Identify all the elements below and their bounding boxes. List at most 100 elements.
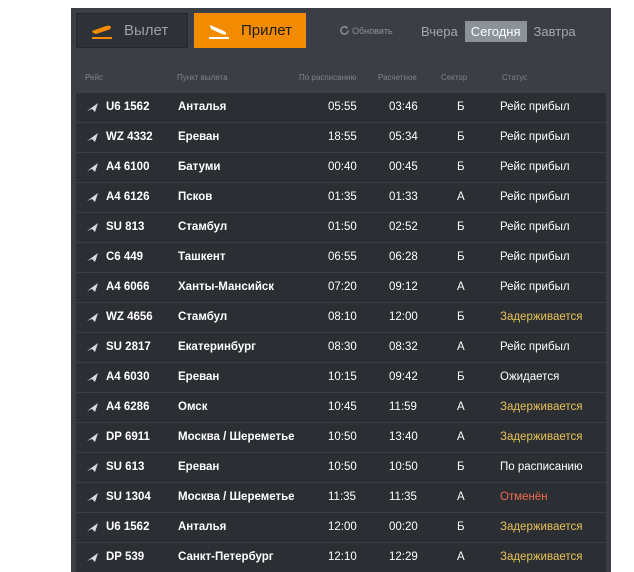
table-row[interactable]: A4 6100 Батуми 00:40 00:45 Б Рейс прибыл	[76, 153, 606, 182]
arrivals-tab-label: Прилет	[241, 22, 292, 39]
tab-yesterday[interactable]: Вчера	[415, 21, 464, 42]
header-status: Статус	[502, 73, 528, 82]
origin-city: Санкт-Петербург	[178, 551, 274, 563]
origin-city: Ереван	[178, 371, 220, 383]
origin-city: Ереван	[178, 461, 220, 473]
flight-number[interactable]: WZ 4332	[106, 131, 153, 143]
board-toolbar: Вылет Прилет Обновить Вчера Сегодня Завт…	[71, 8, 611, 64]
sector: А	[457, 551, 465, 563]
flights-table: U6 1562 Анталья 05:55 03:46 Б Рейс прибыл WZ 4…	[76, 93, 606, 572]
origin-city: Москва / Шереметьево	[178, 431, 294, 443]
origin-city: Стамбул	[178, 221, 228, 233]
flight-number[interactable]: WZ 4656	[106, 311, 153, 323]
table-row[interactable]: WZ 4656 Стамбул 08:10 12:00 Б Задерживается	[76, 303, 606, 332]
table-row[interactable]: DP 6911 Москва / Шереметьево 10:50 13:40 А За…	[76, 423, 606, 452]
airline-logo-icon	[87, 283, 98, 292]
table-row[interactable]: U6 1562 Анталья 12:00 00:20 Б Задерживается	[76, 513, 606, 542]
airline-logo-icon	[87, 103, 98, 112]
departures-tab[interactable]: Вылет	[76, 13, 188, 48]
scheduled-time: 07:20	[328, 281, 357, 293]
table-row[interactable]: SU 813 Стамбул 01:50 02:52 Б Рейс прибыл	[76, 213, 606, 242]
airline-logo-icon	[87, 523, 98, 532]
flight-status: Задерживается	[500, 551, 583, 563]
scheduled-time: 10:50	[328, 431, 357, 443]
scheduled-time: 10:45	[328, 401, 357, 413]
estimated-time: 02:52	[389, 221, 418, 233]
sector: А	[457, 191, 465, 203]
header-sector: Сектор	[441, 73, 468, 82]
refresh-button[interactable]: Обновить	[339, 25, 393, 36]
table-row[interactable]: U6 1562 Анталья 05:55 03:46 Б Рейс прибыл	[76, 93, 606, 122]
airline-logo-icon	[87, 193, 98, 202]
flight-status: Отменён	[500, 491, 548, 503]
flight-number[interactable]: DP 539	[106, 551, 144, 563]
refresh-icon	[340, 25, 349, 35]
flight-number[interactable]: A4 6286	[106, 401, 149, 413]
table-row[interactable]: A4 6126 Псков 01:35 01:33 А Рейс прибыл	[76, 183, 606, 212]
estimated-time: 11:35	[389, 491, 417, 503]
table-row[interactable]: SU 613 Ереван 10:50 10:50 Б По расписанию	[76, 453, 606, 482]
flight-status: Рейс прибыл	[500, 251, 570, 263]
origin-city: Анталья	[178, 521, 227, 533]
table-row[interactable]: A4 6030 Ереван 10:15 09:42 Б Ожидается	[76, 363, 606, 392]
origin-city: Екатеринбург	[178, 341, 256, 353]
tab-tomorrow[interactable]: Завтра	[528, 21, 582, 42]
airline-logo-icon	[87, 403, 98, 412]
origin-city: Батуми	[178, 161, 221, 173]
flight-number[interactable]: DP 6911	[106, 431, 150, 443]
origin-city: Стамбул	[178, 311, 228, 323]
table-row[interactable]: C6 449 Ташкент 06:55 06:28 Б Рейс прибыл	[76, 243, 606, 272]
flight-number[interactable]: SU 1304	[106, 491, 151, 503]
scheduled-time: 00:40	[328, 161, 357, 173]
airline-logo-icon	[87, 463, 98, 472]
flight-status: Задерживается	[500, 521, 583, 533]
table-row[interactable]: A4 6066 Ханты-Мансийск 07:20 09:12 А Рейс при…	[76, 273, 606, 302]
scheduled-time: 08:10	[328, 311, 357, 323]
flight-number[interactable]: A4 6100	[106, 161, 149, 173]
table-row[interactable]: DP 539 Санкт-Петербург 12:10 12:29 А Задержив…	[76, 543, 606, 572]
flight-number[interactable]: SU 613	[106, 461, 144, 473]
arrivals-tab[interactable]: Прилет	[194, 13, 306, 48]
tab-today[interactable]: Сегодня	[464, 21, 527, 42]
estimated-time: 05:34	[389, 131, 418, 143]
flight-number[interactable]: U6 1562	[106, 101, 149, 113]
scheduled-time: 11:35	[328, 491, 356, 503]
estimated-time: 12:29	[389, 551, 418, 563]
airline-logo-icon	[87, 493, 98, 502]
airline-logo-icon	[87, 163, 98, 172]
flight-number[interactable]: A4 6066	[106, 281, 149, 293]
plane-departure-icon	[92, 25, 112, 39]
table-row[interactable]: SU 2817 Екатеринбург 08:30 08:32 А Рейс прибы…	[76, 333, 606, 362]
airline-logo-icon	[87, 373, 98, 382]
flight-number[interactable]: SU 2817	[106, 341, 151, 353]
airline-logo-icon	[87, 553, 98, 562]
flight-number[interactable]: A4 6126	[106, 191, 149, 203]
flight-number[interactable]: A4 6030	[106, 371, 149, 383]
airline-logo-icon	[87, 253, 98, 262]
table-row[interactable]: SU 1304 Москва / Шереметьево 11:35 11:35 А От…	[76, 483, 606, 512]
flight-status: Рейс прибыл	[500, 221, 570, 233]
estimated-time: 09:42	[389, 371, 418, 383]
flight-number[interactable]: C6 449	[106, 251, 143, 263]
flight-status: Рейс прибыл	[500, 161, 570, 173]
sector: Б	[457, 311, 465, 323]
scheduled-time: 12:10	[328, 551, 357, 563]
origin-city: Москва / Шереметьево	[178, 491, 294, 503]
header-scheduled: По расписанию	[299, 73, 357, 82]
flight-number[interactable]: SU 813	[106, 221, 144, 233]
table-header: Рейс Пункт вылета По расписанию Расчетно…	[71, 70, 611, 86]
estimated-time: 11:59	[389, 401, 417, 413]
header-flight: Рейс	[85, 73, 103, 82]
origin-city: Омск	[178, 401, 208, 413]
flight-status: Задерживается	[500, 401, 583, 413]
table-row[interactable]: A4 6286 Омск 10:45 11:59 А Задерживается	[76, 393, 606, 422]
sector: А	[457, 281, 465, 293]
estimated-time: 09:12	[389, 281, 418, 293]
table-row[interactable]: WZ 4332 Ереван 18:55 05:34 Б Рейс прибыл	[76, 123, 606, 152]
flight-number[interactable]: U6 1562	[106, 521, 149, 533]
flight-status: По расписанию	[500, 461, 583, 473]
estimated-time: 00:20	[389, 521, 418, 533]
sector: Б	[457, 131, 465, 143]
sector: Б	[457, 251, 465, 263]
estimated-time: 08:32	[389, 341, 418, 353]
